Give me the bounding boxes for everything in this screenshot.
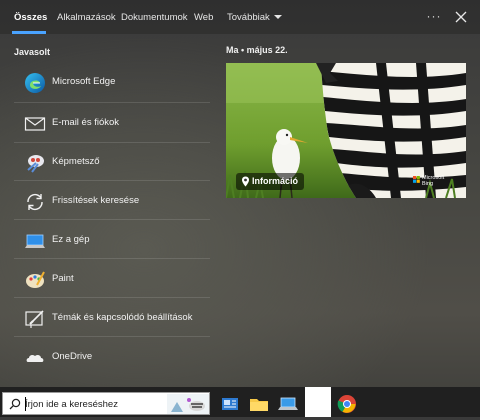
close-button[interactable] bbox=[453, 9, 469, 25]
microsoft-bing-logo: Microsoft Bing bbox=[413, 175, 444, 187]
today-date: Ma • május 22. bbox=[226, 45, 288, 55]
active-tab-indicator bbox=[12, 31, 46, 34]
close-icon bbox=[455, 11, 467, 23]
tab-apps[interactable]: Alkalmazások bbox=[57, 12, 116, 23]
edge-icon bbox=[25, 73, 45, 93]
search-highlight-doodle bbox=[167, 394, 209, 414]
suggested-item-onedrive[interactable]: OneDrive bbox=[14, 338, 210, 376]
tab-documents[interactable]: Dokumentumok bbox=[121, 12, 188, 23]
suggested-item-label: Frissítések keresése bbox=[52, 195, 140, 206]
taskbar-search-box[interactable]: Írjon ide a kereséshez bbox=[2, 392, 210, 415]
suggested-item-paint[interactable]: Paint bbox=[14, 260, 210, 298]
mail-icon bbox=[24, 117, 46, 131]
suggested-title: Javasolt bbox=[14, 47, 51, 57]
suggested-item-themes[interactable]: Témák és kapcsolódó beállítások bbox=[14, 299, 210, 337]
search-icon bbox=[9, 398, 21, 410]
news-icon bbox=[222, 398, 238, 410]
sync-icon bbox=[27, 193, 43, 211]
suggested-item-label: Ez a gép bbox=[52, 234, 90, 245]
suggested-item-edge[interactable]: Microsoft Edge bbox=[14, 63, 210, 101]
suggested-item-label: Paint bbox=[52, 273, 74, 284]
themes-icon bbox=[25, 310, 44, 328]
taskbar-file-explorer[interactable] bbox=[248, 393, 270, 415]
search-panel: Összes Alkalmazások Dokumentumok Web Tov… bbox=[0, 0, 480, 387]
onedrive-icon bbox=[26, 354, 44, 362]
suggested-item-this-pc[interactable]: Ez a gép bbox=[14, 221, 210, 259]
more-options-button[interactable]: ··· bbox=[426, 9, 442, 25]
taskbar-blank-tile bbox=[305, 387, 331, 417]
tab-all[interactable]: Összes bbox=[14, 12, 47, 23]
suggested-item-snipping[interactable]: Képmetsző bbox=[14, 143, 210, 181]
suggested-item-updates[interactable]: Frissítések keresése bbox=[14, 182, 210, 220]
info-button[interactable]: Információ bbox=[236, 173, 305, 190]
chrome-icon bbox=[337, 395, 356, 413]
this-pc-icon bbox=[25, 234, 45, 248]
paint-icon bbox=[26, 271, 45, 288]
suggested-item-label: Képmetsző bbox=[52, 156, 100, 167]
snipping-tool-icon bbox=[27, 155, 44, 173]
divider bbox=[14, 219, 210, 220]
divider bbox=[14, 258, 210, 259]
divider bbox=[14, 180, 210, 181]
suggested-item-label: Témák és kapcsolódó beállítások bbox=[52, 312, 193, 323]
tab-more[interactable]: Továbbiak bbox=[227, 12, 282, 23]
divider bbox=[14, 297, 210, 298]
taskbar-laptop-app[interactable] bbox=[277, 393, 299, 415]
divider bbox=[14, 336, 210, 337]
today-image[interactable]: Információ Microsoft Bing bbox=[226, 63, 466, 198]
tab-more-label: Továbbiak bbox=[227, 12, 270, 23]
location-pin-icon bbox=[242, 176, 249, 187]
search-placeholder: Írjon ide a kereséshez bbox=[25, 399, 118, 410]
suggested-item-label: E-mail és fiókok bbox=[52, 117, 120, 128]
chevron-down-icon bbox=[273, 15, 282, 20]
bing-line2: Bing bbox=[422, 181, 434, 187]
taskbar-news-app[interactable] bbox=[219, 393, 241, 415]
suggested-item-mail[interactable]: E-mail és fiókok bbox=[14, 104, 210, 142]
tab-web[interactable]: Web bbox=[194, 12, 213, 23]
suggested-item-label: OneDrive bbox=[52, 351, 93, 362]
laptop-icon bbox=[278, 397, 298, 410]
info-label: Információ bbox=[252, 176, 299, 186]
file-explorer-icon bbox=[250, 399, 268, 411]
suggested-item-label: Microsoft Edge bbox=[52, 76, 116, 87]
divider bbox=[14, 102, 210, 103]
tab-bar: Összes Alkalmazások Dokumentumok Web Tov… bbox=[0, 0, 480, 34]
taskbar-chrome[interactable] bbox=[336, 393, 358, 415]
microsoft-logo-icon bbox=[413, 176, 420, 183]
